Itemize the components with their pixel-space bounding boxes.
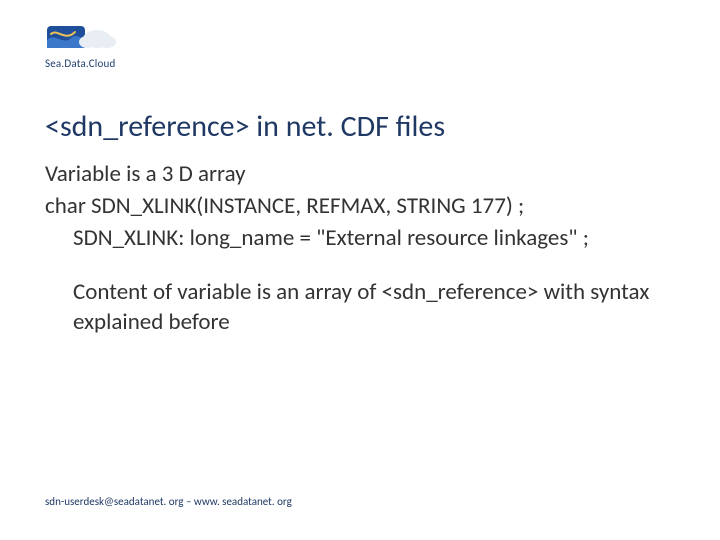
slide-body: Variable is a 3 D array char SDN_XLINK(I… [45,160,675,339]
slide-footer: sdn-userdesk@seadatanet. org – www. sead… [45,495,292,508]
brand-name: Sea.Data.Cloud [45,57,155,70]
brand-logo: Sea.Data.Cloud [45,22,155,70]
seadatacloud-logo-icon [45,22,155,56]
body-line-4: Content of variable is an array of <sdn_… [45,278,675,338]
body-line-3: SDN_XLINK: long_name = "External resourc… [45,224,675,254]
spacer [45,256,675,278]
body-line-1: Variable is a 3 D array [45,160,675,190]
slide: Sea.Data.Cloud <sdn_reference> in net. C… [0,0,720,540]
slide-title: <sdn_reference> in net. CDF files [45,108,675,145]
body-line-2: char SDN_XLINK(INSTANCE, REFMAX, STRING … [45,192,675,222]
